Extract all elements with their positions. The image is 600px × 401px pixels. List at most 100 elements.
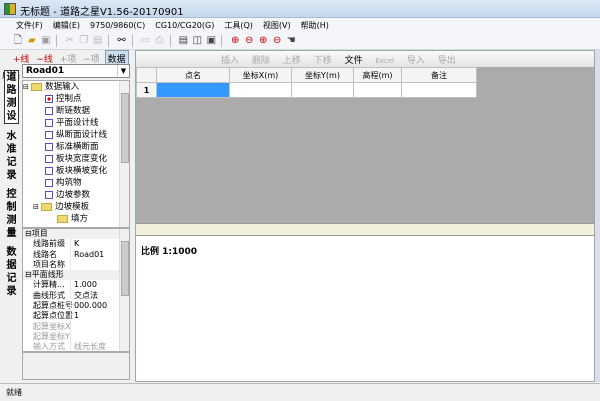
property-row[interactable]: 输入方式 线元长度: [23, 342, 129, 351]
tab-data-record[interactable]: 数据记录: [4, 246, 19, 298]
checkbox-icon[interactable]: [45, 118, 53, 127]
grid-cell[interactable]: [229, 82, 292, 98]
tree-item[interactable]: 断链数据: [23, 105, 129, 117]
checkbox-icon[interactable]: [45, 142, 53, 151]
layout1-icon[interactable]: ▤: [177, 35, 189, 47]
tree-scrollbar[interactable]: [119, 81, 129, 227]
column-header[interactable]: 点名: [156, 67, 230, 83]
main-toolbar: 🗋 ▰ ▣ ✂ ❐ ▤ ⚯ ▭ ⎙ ▤ ◫ ▣ ⊕ ⊖ ⊕ ⊖ ☚: [0, 33, 600, 50]
insert-button[interactable]: 插入: [221, 56, 239, 66]
column-header[interactable]: 坐标X(m): [229, 67, 292, 83]
import-button[interactable]: 导入: [407, 56, 425, 66]
road-select-value: Road01: [26, 66, 65, 76]
tree-item[interactable]: 控制点: [23, 93, 129, 105]
column-header[interactable]: 备注: [401, 67, 477, 83]
menu-view[interactable]: 视图(V): [258, 18, 296, 33]
splitter[interactable]: [136, 223, 594, 236]
menu-9750[interactable]: 9750/9860(C): [85, 19, 150, 32]
folder-icon: [57, 214, 68, 223]
chevron-down-icon[interactable]: ▼: [117, 65, 129, 77]
grid-cell[interactable]: [401, 82, 477, 98]
property-row[interactable]: 项目名称: [23, 259, 129, 271]
zoom-out-icon[interactable]: ⊖: [243, 35, 255, 47]
open-icon[interactable]: ▰: [26, 35, 38, 47]
property-row[interactable]: 起算点位置 1: [23, 311, 129, 322]
status-bar: 就绪: [0, 383, 600, 401]
excel-button[interactable]: Excel: [375, 57, 394, 65]
checkbox-icon[interactable]: [45, 154, 53, 163]
corner-cell: [136, 67, 157, 83]
file-button[interactable]: 文件: [345, 56, 363, 66]
grid-cell[interactable]: [156, 82, 230, 98]
menu-tools[interactable]: 工具(Q): [219, 18, 258, 33]
road-select[interactable]: Road01 ▼: [22, 64, 130, 78]
zoom-in-icon[interactable]: ⊕: [257, 35, 269, 47]
pan-icon[interactable]: ☚: [285, 35, 297, 47]
tree-sub[interactable]: ⊟ 边坡模板: [23, 201, 129, 213]
property-row[interactable]: 计算精... 1.000: [23, 280, 129, 291]
main-panel: 插入 删除 上移 下移 文件 Excel 导入 导出 点名 坐标X(m) 坐标Y(m…: [135, 50, 595, 382]
property-row[interactable]: 起算点桩号 000.000: [23, 301, 129, 312]
table-row: 1: [136, 82, 477, 98]
property-row[interactable]: 线路名 Road01: [23, 249, 129, 260]
find-icon[interactable]: ⚯: [116, 35, 128, 47]
menu-file[interactable]: 文件(F): [11, 18, 48, 33]
layout3-icon[interactable]: ▣: [205, 35, 217, 47]
property-row[interactable]: 起算坐标Y: [23, 331, 129, 343]
property-row[interactable]: 起算坐标X: [23, 321, 129, 332]
tab-control-survey[interactable]: 控制测量: [4, 188, 19, 240]
checkbox-icon[interactable]: [45, 166, 53, 175]
print-icon[interactable]: ⎙: [154, 35, 166, 47]
property-row[interactable]: 线路前缀 K: [23, 239, 129, 250]
layout2-icon[interactable]: ◫: [191, 35, 203, 47]
props-scrollbar[interactable]: [119, 229, 129, 351]
save-icon[interactable]: ▣: [40, 35, 52, 47]
zoom-window-icon[interactable]: ⊕: [229, 35, 241, 47]
property-row[interactable]: 曲线形式 交点法: [23, 290, 129, 302]
move-down-button[interactable]: 下移: [314, 56, 332, 66]
tree-item[interactable]: 板块横坡变化: [23, 165, 129, 177]
zoom-minus-icon[interactable]: ⊖: [271, 35, 283, 47]
checkbox-icon[interactable]: [45, 106, 53, 115]
tree-subitem[interactable]: 填方: [23, 213, 129, 225]
menu-help[interactable]: 帮助(H): [296, 18, 334, 33]
tree-item[interactable]: 平面设计线: [23, 117, 129, 129]
print-preview-icon[interactable]: ▭: [140, 35, 152, 47]
folder-icon: [41, 202, 53, 211]
menu-bar: 文件(F) 编辑(E) 9750/9860(C) CG10/CG20(G) 工具(Q) 视…: [0, 18, 600, 33]
property-category[interactable]: ⊟ 项目: [23, 229, 129, 240]
tree-item[interactable]: 构筑物: [23, 177, 129, 189]
cut-icon[interactable]: ✂: [64, 35, 76, 47]
column-header[interactable]: 坐标Y(m): [291, 67, 354, 83]
menu-cg10[interactable]: CG10/CG20(G): [150, 19, 219, 32]
tree-item[interactable]: 纵断面设计线: [23, 129, 129, 141]
tree-root[interactable]: ⊟ 数据输入: [23, 81, 129, 93]
tree-item[interactable]: 板块宽度变化: [23, 153, 129, 165]
tree-item[interactable]: 标准横断面: [23, 141, 129, 153]
paste-icon[interactable]: ▤: [92, 35, 104, 47]
checkbox-icon[interactable]: [45, 130, 53, 139]
grid-cell[interactable]: [291, 82, 354, 98]
tab-road-design[interactable]: 道路测设: [4, 70, 19, 124]
checkbox-icon[interactable]: [45, 178, 53, 187]
copy-icon[interactable]: ❐: [78, 35, 90, 47]
grid-cell[interactable]: [353, 82, 402, 98]
window-edge: [595, 50, 600, 382]
delete-button[interactable]: 删除: [252, 56, 270, 66]
drawing-canvas[interactable]: 比例 1:1000: [136, 236, 594, 381]
export-button[interactable]: 导出: [438, 56, 456, 66]
grid-toolbar: 插入 删除 上移 下移 文件 Excel 导入 导出: [136, 51, 594, 67]
column-header[interactable]: 高程(m): [353, 67, 402, 83]
new-icon[interactable]: 🗋: [12, 35, 24, 47]
property-category[interactable]: ⊟ 平面线形: [23, 270, 129, 281]
checkbox-icon[interactable]: [45, 94, 53, 103]
move-up-button[interactable]: 上移: [283, 56, 301, 66]
tree-item[interactable]: 边坡参数: [23, 189, 129, 201]
checkbox-icon[interactable]: [45, 190, 53, 199]
property-grid: ⊟ 项目 线路前缀 K 线路名 Road01 项目名称 ⊟ 平面线形 计算精... 1.000 曲…: [22, 228, 130, 352]
menu-edit[interactable]: 编辑(E): [48, 18, 85, 33]
tab-level-record[interactable]: 水准记录: [4, 130, 19, 182]
data-tree: ⊟ 数据输入 控制点 断链数据 平面设计线 纵断面设计线 标准横断面 板块宽度变化 板块横坡…: [22, 80, 130, 228]
row-number: 1: [136, 82, 157, 98]
status-text: 就绪: [6, 388, 22, 397]
